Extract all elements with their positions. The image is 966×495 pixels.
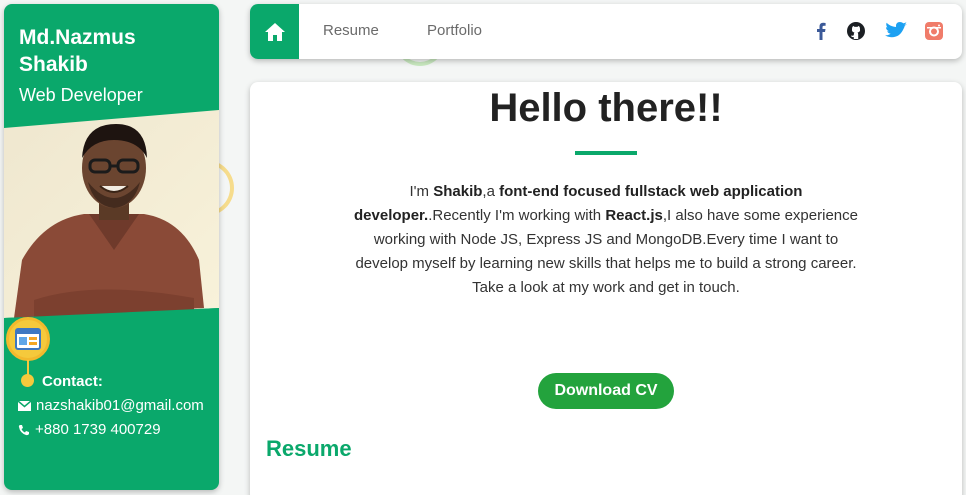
bio-paragraph: I'm Shakib,a font-end focused fullstack … — [348, 180, 864, 300]
profile-name: Md.Nazmus Shakib — [19, 26, 136, 76]
contact-phone[interactable]: +880 1739 400729 — [18, 421, 161, 438]
bio-text: ,a — [482, 183, 500, 200]
phone-icon — [18, 424, 29, 435]
bio-text: I'm — [409, 183, 434, 200]
bio-tech: React.js — [605, 207, 663, 224]
contact-email[interactable]: nazshakib01@gmail.com — [18, 397, 204, 414]
resume-section-heading: Resume — [266, 436, 352, 461]
home-icon — [264, 22, 285, 41]
github-icon[interactable] — [844, 19, 868, 43]
greeting-heading: Hello there!! — [489, 86, 723, 130]
bio-text: .Recently I'm working with — [428, 207, 606, 224]
twitter-icon[interactable] — [884, 19, 908, 43]
email-text: nazshakib01@gmail.com — [36, 397, 204, 414]
facebook-icon[interactable] — [809, 19, 833, 43]
envelope-icon — [18, 400, 31, 411]
profile-role: Web Developer — [19, 85, 143, 105]
browser-window-icon — [6, 317, 50, 361]
contact-label: Contact: — [42, 373, 103, 390]
profile-sidebar: Md.Nazmus Shakib Web Developer Contact: … — [4, 4, 219, 490]
download-cv-button[interactable]: Download CV — [538, 373, 674, 409]
top-navbar: Resume Portfolio — [250, 4, 962, 59]
timeline-dot — [21, 374, 34, 387]
heading-underline — [575, 151, 637, 155]
main-content-card: Hello there!! I'm Shakib,a font-end focu… — [250, 82, 962, 495]
instagram-icon[interactable] — [922, 19, 946, 43]
phone-text: +880 1739 400729 — [35, 421, 161, 438]
nav-link-portfolio[interactable]: Portfolio — [427, 22, 482, 39]
home-button[interactable] — [250, 4, 299, 59]
bio-cta: Take a look at my work and get in touch. — [472, 279, 740, 296]
bio-name: Shakib — [433, 183, 483, 200]
nav-link-resume[interactable]: Resume — [323, 22, 379, 39]
profile-photo — [4, 110, 219, 318]
